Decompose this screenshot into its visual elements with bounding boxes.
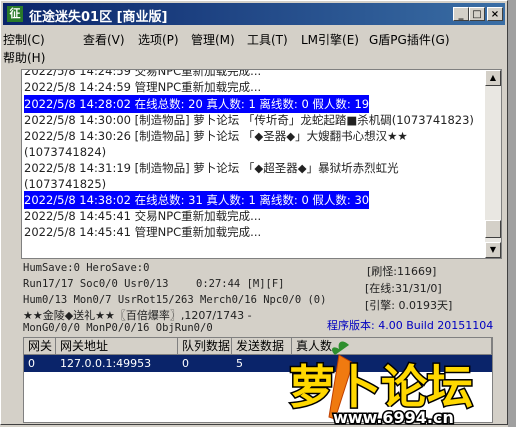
menu-g-shield-plugin[interactable]: G盾PG插件(G)	[369, 31, 450, 48]
column-header[interactable]: 队列数据	[178, 338, 232, 355]
watermark-url: www.6994.cn	[333, 408, 454, 427]
table-cell: 0	[182, 357, 189, 370]
run-stats: Run17/17 Soc0/0 Usr0/13	[23, 278, 169, 290]
map-stats: ★★金陵◆送礼★★〖百倍爆率〗,1207/1743 -	[23, 309, 252, 322]
menu-help[interactable]: 帮助(H)	[3, 49, 45, 66]
save-stats: HumSave:0 HeroSave:0	[23, 262, 150, 274]
table-cell: 5	[236, 357, 243, 370]
refresh-monster-count: [刷怪:11669]	[367, 265, 437, 278]
table-cell: 127.0.0.1:49953	[60, 357, 152, 370]
program-version: 程序版本: 4.00 Build 20151104	[327, 319, 494, 332]
main-window: 征 征途迷失01区 [商业版] _ □ × 控制(C) 查看(V) 选项(P) …	[0, 0, 508, 427]
scroll-down-icon[interactable]: ▼	[485, 242, 501, 258]
menu-lm-engine[interactable]: LM引擎(E)	[301, 31, 359, 48]
menu-view[interactable]: 查看(V)	[83, 31, 125, 48]
log-line: 2022/5/8 14:24:59 管理NPC重新加载完成...	[24, 80, 262, 94]
log-scrollbar[interactable]: ▲ ▼	[485, 70, 501, 258]
watermark-title: 萝卜论坛	[289, 360, 473, 414]
scroll-up-icon[interactable]: ▲	[485, 70, 501, 86]
column-header[interactable]: 网关	[24, 338, 56, 355]
menu-manage[interactable]: 管理(M)	[191, 31, 235, 48]
scroll-thumb[interactable]	[485, 220, 501, 238]
menu-bar: 控制(C) 查看(V) 选项(P) 管理(M) 工具(T) LM引擎(E) G盾…	[3, 27, 503, 71]
restore-button[interactable]: □	[469, 7, 485, 21]
log-panel[interactable]: 2022/5/8 14:24:59 交易NPC重新加载完成... 2022/5/…	[21, 69, 502, 259]
background-window-edge	[508, 0, 516, 427]
app-icon: 征	[7, 6, 23, 22]
menu-options[interactable]: 选项(P)	[138, 31, 179, 48]
column-header[interactable]: 网关地址	[56, 338, 178, 355]
uptime-timer: 0:27:44 [M][F]	[196, 278, 285, 290]
engine-days: [引擎: 0.0193天]	[365, 299, 453, 312]
window-title: 征途迷失01区 [商业版]	[29, 10, 168, 25]
log-line: 2022/5/8 14:45:41 管理NPC重新加载完成...	[24, 225, 262, 239]
title-bar[interactable]: 征 征途迷失01区 [商业版] _ □ ×	[3, 3, 505, 25]
minimize-button[interactable]: _	[453, 7, 469, 21]
table-cell: 0	[28, 357, 35, 370]
object-stats: Hum0/13 Mon0/7 UsrRot15/263 Merch0/16 Np…	[23, 294, 327, 306]
monster-stats: MonG0/0/0 MonP0/0/16 ObjRun0/0	[23, 322, 213, 334]
close-button[interactable]: ×	[487, 7, 503, 21]
menu-control[interactable]: 控制(C)	[3, 31, 45, 48]
online-count: [在线:31/31/0]	[365, 282, 442, 295]
carrot-forum-watermark: 萝卜论坛 www.6994.cn	[288, 341, 475, 427]
menu-tools[interactable]: 工具(T)	[247, 31, 288, 48]
